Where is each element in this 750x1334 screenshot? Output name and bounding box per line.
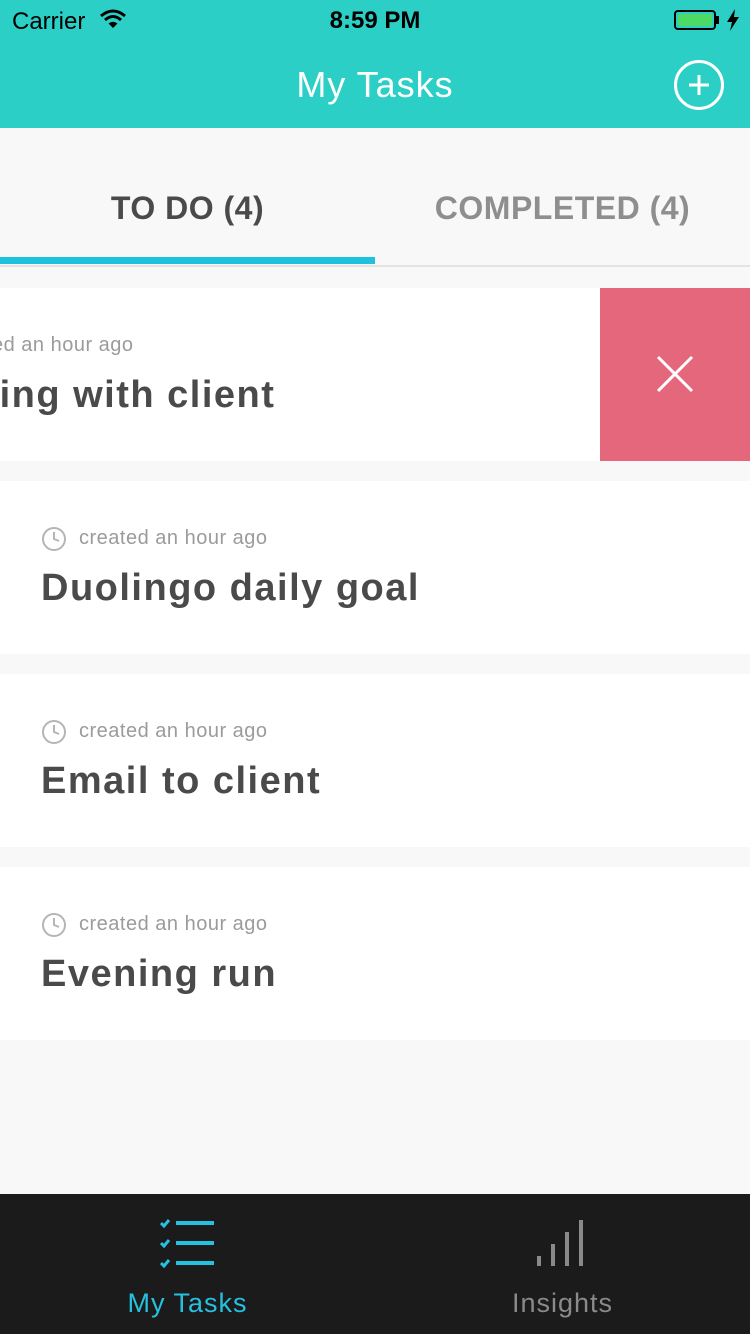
task-card-content: created an hour ago Meeting with client (0, 288, 616, 461)
task-created-text: created an hour ago (79, 913, 268, 935)
clock-icon (42, 913, 66, 937)
page-title: My Tasks (296, 64, 454, 105)
bottom-tab-bar: My Tasks Insights (0, 1194, 750, 1334)
task-card-content: created an hour ago Email to client (0, 674, 750, 847)
task-card[interactable]: created an hour ago Meeting with client (0, 288, 750, 461)
tabbar-item-insights[interactable]: Insights (375, 1194, 750, 1334)
task-card[interactable]: created an hour ago Evening run (0, 867, 750, 1040)
tab-todo[interactable]: TO DO (4) (0, 128, 375, 265)
checklist-icon (160, 1219, 214, 1268)
delete-task-button[interactable] (600, 288, 750, 461)
status-time: 8:59 PM (329, 7, 421, 34)
clock-icon (42, 720, 66, 744)
plus-icon (689, 75, 709, 95)
nav-header: Carrier 8:59 PM My Tasks (0, 0, 750, 128)
charging-bolt-icon (727, 9, 739, 31)
battery-icon (674, 10, 719, 30)
task-title: Duolingo daily goal (41, 567, 420, 609)
tabbar-label: My Tasks (127, 1288, 248, 1318)
task-card-content: created an hour ago Evening run (0, 867, 750, 1040)
tabbar-item-my-tasks[interactable]: My Tasks (0, 1194, 375, 1334)
task-created-text: created an hour ago (79, 720, 268, 742)
add-task-button[interactable] (674, 60, 724, 110)
tab-completed[interactable]: COMPLETED (4) (375, 128, 750, 265)
task-card[interactable]: created an hour ago Email to client (0, 674, 750, 847)
task-card-content: created an hour ago Duolingo daily goal (0, 481, 750, 654)
close-icon (656, 355, 694, 393)
status-bar: Carrier 8:59 PM (0, 0, 750, 40)
clock-icon (42, 527, 66, 551)
task-title: Evening run (41, 953, 278, 995)
task-card[interactable]: created an hour ago Duolingo daily goal (0, 481, 750, 654)
task-title: Email to client (41, 760, 322, 802)
bar-chart-icon (537, 1220, 583, 1266)
tabbar-label: Insights (511, 1288, 614, 1318)
active-tab-indicator (0, 257, 375, 264)
task-title: Meeting with client (0, 374, 276, 416)
task-created-text: created an hour ago (79, 527, 268, 549)
task-created-text: created an hour ago (0, 334, 134, 356)
task-tabs: TO DO (4) COMPLETED (4) (0, 128, 750, 267)
